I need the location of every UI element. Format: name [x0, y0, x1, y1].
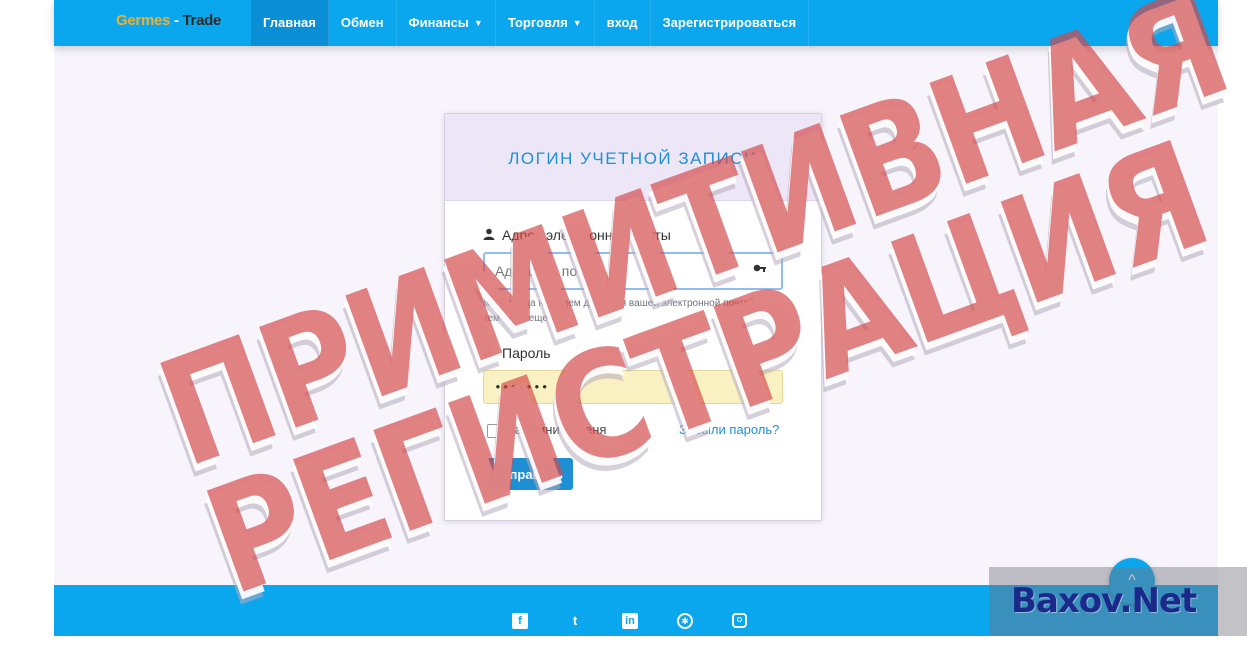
submit-button[interactable]: Отправить — [483, 458, 573, 490]
email-field-wrapper — [483, 252, 783, 290]
login-form: Адрес электронной почты мы никогда не бу… — [483, 226, 784, 490]
dribbble-icon[interactable]: ✱ — [677, 613, 693, 629]
user-icon — [483, 227, 497, 245]
password-manager-key-icon[interactable] — [753, 263, 767, 280]
login-title: ЛОГИН УЧЕТНОЙ ЗАПИСИ — [508, 149, 758, 168]
login-card: ЛОГИН УЧЕТНОЙ ЗАПИСИ Адрес электронной п… — [444, 113, 822, 521]
remember-checkbox[interactable] — [487, 424, 501, 438]
email-label: Адрес электронной почты — [483, 226, 783, 244]
nav-link-register[interactable]: Зарегистрироваться — [651, 0, 810, 46]
login-card-header: ЛОГИН УЧЕТНОЙ ЗАПИСИ — [445, 114, 821, 201]
watermark-text: Baxov.Net — [1011, 581, 1197, 621]
brand-logo[interactable]: Germes - Trade — [116, 12, 221, 29]
nav-links: Главная Обмен Финансы ▼ Торговля ▼ вход За… — [251, 0, 810, 46]
linkedin-icon[interactable]: in — [622, 613, 638, 629]
page: Germes - Trade Главная Обмен Финансы ▼ То… — [54, 0, 1218, 636]
social-links: f t in ✱ — [512, 613, 786, 629]
watermark: Baxov.Net — [989, 567, 1247, 636]
nav-link-home[interactable]: Главная — [251, 0, 329, 46]
password-field-wrapper — [483, 370, 784, 404]
forgot-password-link[interactable]: Забыли пароль? — [679, 422, 779, 437]
password-field[interactable] — [484, 371, 784, 403]
lock-icon — [483, 345, 497, 363]
nav-link-trading[interactable]: Торговля ▼ — [496, 0, 595, 46]
remember-label[interactable]: Запомнить меня — [507, 422, 606, 437]
top-navbar: Germes - Trade Главная Обмен Финансы ▼ То… — [54, 0, 1218, 46]
facebook-icon[interactable]: f — [512, 613, 528, 629]
nav-link-finance[interactable]: Финансы ▼ — [397, 0, 496, 46]
caret-down-icon: ▼ — [473, 18, 483, 28]
tumblr-icon[interactable]: t — [567, 613, 583, 629]
email-help-text: мы никогда не будем делиться вашей элект… — [483, 298, 763, 324]
nav-link-login[interactable]: вход — [595, 0, 651, 46]
caret-down-icon: ▼ — [572, 18, 582, 28]
brand-part2: Trade — [182, 12, 222, 29]
remember-row: Запомнить меня Забыли пароль? — [483, 420, 783, 442]
brand-separator: - — [170, 12, 183, 29]
email-field[interactable] — [485, 254, 755, 288]
brand-part1: Germes — [116, 12, 171, 29]
nav-link-exchange[interactable]: Обмен — [329, 0, 397, 46]
password-label: Пароль — [483, 344, 783, 362]
instagram-icon[interactable] — [732, 613, 747, 628]
